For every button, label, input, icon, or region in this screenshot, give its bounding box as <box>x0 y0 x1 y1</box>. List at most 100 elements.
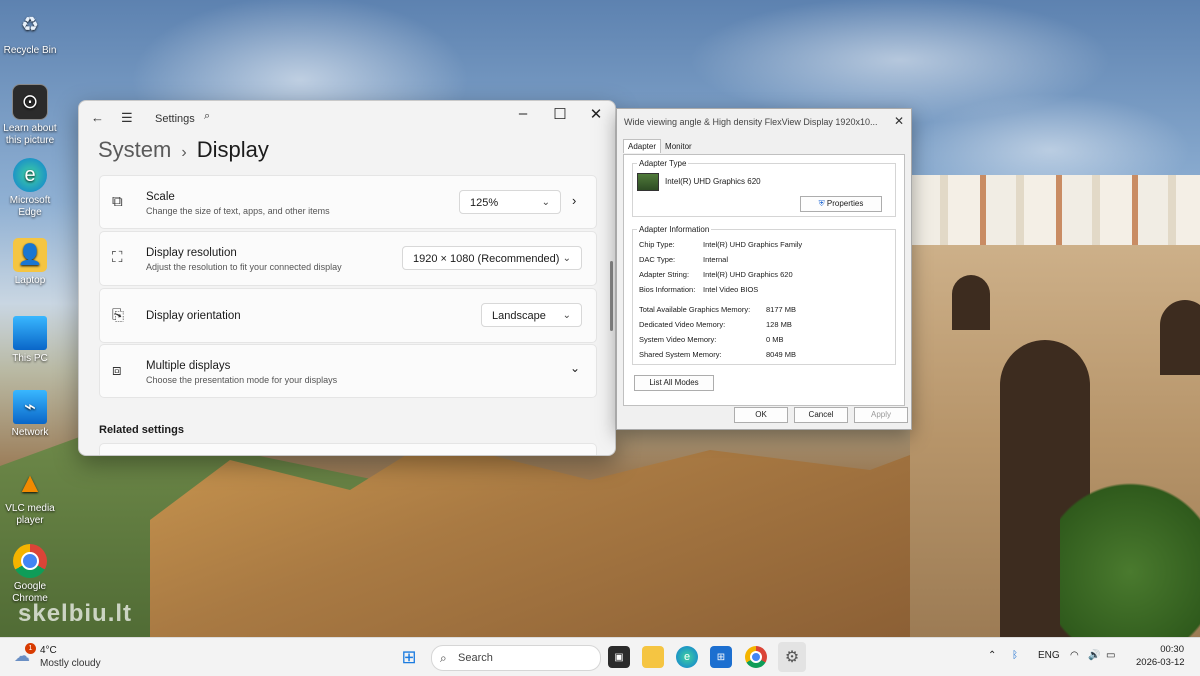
resolution-card: ⛶ Display resolution Adjust the resoluti… <box>99 231 597 286</box>
desktop-icon-chrome[interactable]: Google Chrome <box>2 544 58 605</box>
adapter-type-group: Adapter Type Intel(R) UHD Graphics 620 ⛨… <box>632 159 896 217</box>
properties-button[interactable]: ⛨ Properties <box>800 196 882 212</box>
related-settings-card[interactable] <box>99 443 597 455</box>
desktop-icon-learn-picture[interactable]: ⊙ Learn about this picture <box>2 84 58 147</box>
chip-type-row: Chip Type: Intel(R) UHD Graphics Family <box>639 240 803 249</box>
search-icon[interactable]: ⌕ <box>204 110 210 123</box>
resolution-value: 1920 × 1080 (Recommended) <box>413 253 560 265</box>
desktop-icon-label: Recycle Bin <box>3 45 57 56</box>
breadcrumb: System › Display <box>98 137 269 163</box>
settings-titlebar: ← ☰ Settings ⌕ – ☐ ✕ <box>79 101 615 137</box>
chevron-down-icon: ⌄ <box>562 253 571 264</box>
desktop-icon-label: This PC <box>12 353 48 364</box>
learn-picture-icon: ⊙ <box>12 84 48 120</box>
weather-temp[interactable]: 4°C <box>40 645 57 656</box>
maximize-button[interactable]: ☐ <box>542 105 578 123</box>
bios-info-row: Bios Information: Intel Video BIOS <box>639 285 759 294</box>
clock-date[interactable]: 2026-03-12 <box>1136 657 1185 668</box>
close-button[interactable]: ✕ <box>578 105 614 123</box>
related-settings-heading: Related settings <box>99 424 184 436</box>
volume-icon[interactable]: 🔊 <box>1088 650 1100 661</box>
adapter-type-label: Adapter Type <box>637 159 689 168</box>
taskbar-search[interactable]: ⌕ Search <box>431 645 601 671</box>
start-button[interactable]: ⊞ <box>398 646 420 668</box>
chevron-up-icon[interactable]: ⌃ <box>988 650 996 661</box>
adapter-properties-dialog: Wide viewing angle & High density FlexVi… <box>616 108 912 430</box>
language-indicator[interactable]: ENG <box>1038 650 1060 661</box>
graphics-card-icon <box>637 173 659 191</box>
battery-icon[interactable]: ▭ <box>1106 650 1115 661</box>
scrollbar[interactable] <box>610 261 613 331</box>
desktop-icon-recycle-bin[interactable]: ♻ Recycle Bin <box>2 8 58 57</box>
desktop-icon-label: Laptop <box>14 275 46 286</box>
desktop-icon-label: Network <box>11 427 49 438</box>
wifi-icon[interactable]: ◠ <box>1070 650 1079 661</box>
desktop-icon-network[interactable]: ⌁ Network <box>2 390 58 439</box>
desktop-icon-this-pc[interactable]: This PC <box>2 316 58 365</box>
page-title: Display <box>196 137 269 162</box>
network-icon: ⌁ <box>13 390 47 424</box>
bluetooth-icon[interactable]: ᛒ <box>1012 650 1018 661</box>
chevron-down-icon: ⌄ <box>541 197 550 208</box>
orientation-icon: ⎘ <box>112 307 125 324</box>
wallpaper-town <box>910 175 1200 255</box>
settings-gear-icon[interactable]: ⚙ <box>778 642 806 672</box>
tab-monitor[interactable]: Monitor <box>661 140 696 153</box>
monitor-icon <box>13 316 47 350</box>
system-memory-row: System Video Memory: 0 MB <box>639 335 784 344</box>
cancel-button[interactable]: Cancel <box>794 407 848 423</box>
resolution-title: Display resolution <box>146 247 237 259</box>
desktop-icon-laptop[interactable]: 👤 Laptop <box>2 238 58 287</box>
taskbar: ☁ 1 4°C Mostly cloudy ⊞ ⌕ Search ▣ e ⊞ ⚙… <box>0 637 1200 676</box>
scale-subtitle: Change the size of text, apps, and other… <box>146 206 330 216</box>
tab-adapter[interactable]: Adapter <box>623 139 662 153</box>
chrome-icon[interactable] <box>745 646 767 668</box>
dialog-tabs: Adapter Monitor <box>623 139 696 153</box>
apply-button[interactable]: Apply <box>854 407 908 423</box>
edge-icon[interactable]: e <box>676 646 698 668</box>
scale-dropdown[interactable]: 125% ⌄ <box>459 190 561 214</box>
desktop-icon-edge[interactable]: e Microsoft Edge <box>2 158 58 219</box>
orientation-dropdown[interactable]: Landscape ⌄ <box>481 303 582 327</box>
back-arrow-icon[interactable]: ← <box>91 110 104 125</box>
bridge-arch <box>952 275 990 330</box>
dac-type-row: DAC Type: Internal <box>639 255 729 264</box>
resolution-dropdown[interactable]: 1920 × 1080 (Recommended) ⌄ <box>402 246 582 270</box>
clock-time[interactable]: 00:30 <box>1148 644 1184 655</box>
scale-card: ⧉ Scale Change the size of text, apps, a… <box>99 175 597 229</box>
close-icon[interactable]: ✕ <box>894 114 904 128</box>
adapter-string-row: Adapter String: Intel(R) UHD Graphics 620 <box>639 270 793 279</box>
weather-badge: 1 <box>25 643 36 654</box>
multiple-displays-card[interactable]: ⧈ Multiple displays Choose the presentat… <box>99 344 597 398</box>
desktop-icon-label: Learn about this picture <box>3 123 57 146</box>
chevron-right-icon[interactable]: › <box>572 193 576 208</box>
edge-icon: e <box>13 158 47 192</box>
shield-icon: ⛨ <box>818 199 825 208</box>
search-placeholder: Search <box>458 652 493 664</box>
file-explorer-icon[interactable] <box>642 646 664 668</box>
settings-window: ← ☰ Settings ⌕ – ☐ ✕ System › Display ⧉ Sc… <box>78 100 616 456</box>
bridge-arch <box>1160 300 1200 375</box>
task-view-icon[interactable]: ▣ <box>608 646 630 668</box>
list-all-modes-button[interactable]: List All Modes <box>634 375 714 391</box>
search-icon: ⌕ <box>440 651 447 665</box>
multiple-displays-subtitle: Choose the presentation mode for your di… <box>146 375 338 385</box>
breadcrumb-system[interactable]: System <box>98 137 171 162</box>
adapter-tab-pane: Adapter Type Intel(R) UHD Graphics 620 ⛨… <box>623 154 905 406</box>
orientation-card: ⎘ Display orientation Landscape ⌄ <box>99 288 597 343</box>
desktop-icon-vlc[interactable]: ▲ VLC media player <box>2 466 58 527</box>
desktop-icon-label: VLC media player <box>5 503 55 526</box>
vlc-icon: ▲ <box>16 467 44 498</box>
weather-condition[interactable]: Mostly cloudy <box>40 658 101 669</box>
adapter-information-group: Adapter Information Chip Type: Intel(R) U… <box>632 225 896 365</box>
chevron-down-icon[interactable]: ⌄ <box>570 361 580 375</box>
properties-label: Properties <box>826 199 864 208</box>
desktop-icon-label: Microsoft Edge <box>9 195 51 218</box>
store-icon[interactable]: ⊞ <box>710 646 732 668</box>
hamburger-menu-icon[interactable]: ☰ <box>121 110 133 126</box>
ok-button[interactable]: OK <box>734 407 788 423</box>
settings-app-title: Settings <box>155 113 195 125</box>
multiple-displays-icon: ⧈ <box>112 362 122 379</box>
adapter-information-label: Adapter Information <box>637 225 712 234</box>
minimize-button[interactable]: – <box>505 105 541 122</box>
